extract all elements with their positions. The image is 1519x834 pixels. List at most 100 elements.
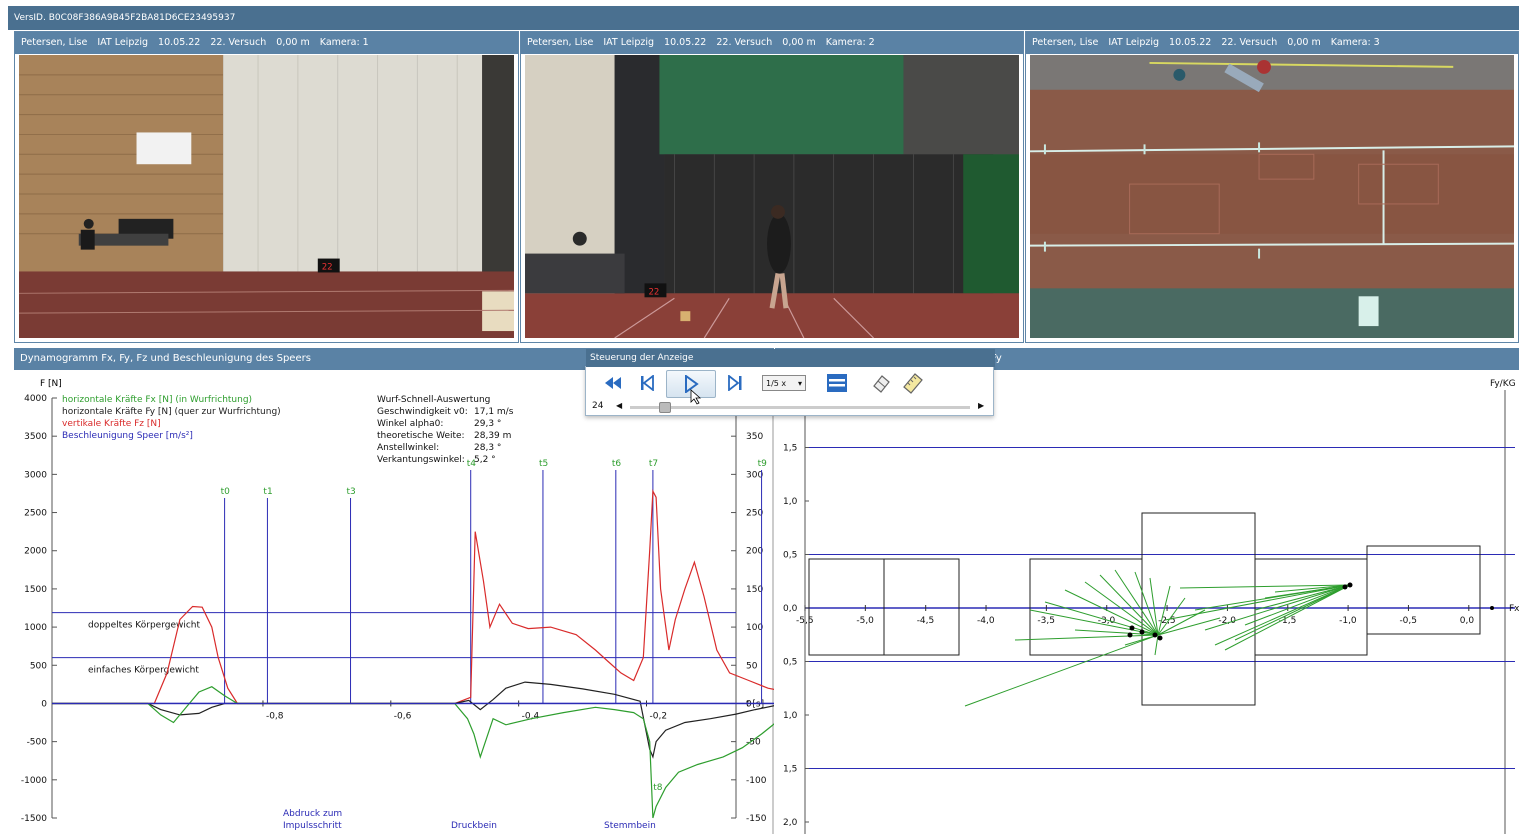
athlete-name: Petersen, Lise bbox=[21, 37, 88, 48]
legend-entry: horizontale Kräfte Fx [N] (in Wurfrichtu… bbox=[62, 395, 252, 405]
center-of-pressure-point bbox=[1342, 584, 1348, 590]
evaluation-label: Anstellwinkel: bbox=[377, 443, 439, 453]
skip-end-icon bbox=[728, 375, 742, 391]
evaluation-label: Geschwindigkeit v0: bbox=[377, 407, 468, 417]
phase-label: Druckbein bbox=[451, 821, 497, 831]
y-tick-label: 1,0 bbox=[783, 497, 798, 507]
camera-header-2: Petersen, Lise IAT Leipzig 10.05.22 22. … bbox=[521, 32, 1023, 54]
marker-label: t9 bbox=[758, 459, 768, 469]
force-plate bbox=[1254, 558, 1368, 656]
camera-header-3: Petersen, Lise IAT Leipzig 10.05.22 22. … bbox=[1026, 32, 1518, 54]
x-axis-label: Fx bbox=[1509, 604, 1519, 614]
slider-left-arrow-icon[interactable]: ◀ bbox=[616, 401, 622, 410]
marker-label: t0 bbox=[221, 487, 231, 497]
phase-label: Stemmbein bbox=[604, 821, 656, 831]
eraser-icon bbox=[873, 375, 890, 393]
athlete-name: Petersen, Lise bbox=[527, 37, 594, 48]
eraser-button[interactable] bbox=[868, 370, 894, 396]
evaluation-title: Wurf-Schnell-Auswertung bbox=[377, 395, 490, 405]
chevron-down-icon: ▾ bbox=[797, 379, 802, 388]
force-vector bbox=[1157, 585, 1171, 636]
camera-image-3 bbox=[1030, 55, 1514, 338]
y-tick-label: 1,0 bbox=[783, 711, 798, 721]
x-tick-label: -0,2 bbox=[650, 711, 668, 721]
marker-label: t3 bbox=[347, 487, 356, 497]
y2-tick-label: 150 bbox=[746, 585, 763, 595]
y2-tick-label: 300 bbox=[746, 470, 763, 480]
legend-entry: vertikale Kräfte Fz [N] bbox=[62, 419, 161, 429]
athlete-name: Petersen, Lise bbox=[1032, 37, 1099, 48]
x-tick-label: 0,0 bbox=[1460, 616, 1475, 626]
dynamogram-svg: F [N] 4000 3500 3000 2500 2000 1500 1000 500 0 -50… bbox=[21, 370, 774, 834]
evaluation-value: 5,2 ° bbox=[474, 455, 496, 465]
distance: 0,00 m bbox=[782, 37, 816, 48]
x-tick-label: -0,6 bbox=[394, 711, 412, 721]
y-tick-label: -1500 bbox=[21, 814, 47, 824]
force-vector bbox=[1014, 634, 1159, 641]
speed-value: 1/5 x bbox=[766, 379, 787, 388]
skip-start-button[interactable] bbox=[634, 370, 660, 396]
rewind-button[interactable] bbox=[600, 370, 626, 396]
series-line bbox=[52, 686, 774, 819]
force-vector bbox=[1114, 569, 1159, 636]
y-tick-label: 0,5 bbox=[783, 551, 797, 561]
y-tick-label: 1,5 bbox=[783, 444, 797, 454]
layout-icon bbox=[827, 374, 847, 392]
phase-label: Impulsschritt bbox=[283, 821, 342, 831]
y2-tick-label: -100 bbox=[746, 776, 767, 786]
ruler-icon bbox=[903, 373, 923, 394]
x-tick-label: -5,5 bbox=[796, 616, 814, 626]
frame-slider-track[interactable] bbox=[630, 406, 970, 409]
date: 10.05.22 bbox=[1169, 37, 1212, 48]
marker-label: t5 bbox=[539, 459, 548, 469]
layout-button[interactable] bbox=[824, 370, 850, 396]
force-vector bbox=[1214, 584, 1351, 646]
dynamogram-chart[interactable]: F [N] 4000 3500 3000 2500 2000 1500 1000 500 0 -50… bbox=[14, 370, 774, 834]
force-vector-chart[interactable]: Fy/KG 1,5 1,0 0,5 0,0 0,5 1,0 1,5 2,0 -5,5 -5,0 -4,… bbox=[775, 370, 1519, 834]
origin-point bbox=[1490, 606, 1494, 610]
camera-panel-1[interactable]: Petersen, Lise IAT Leipzig 10.05.22 22. … bbox=[14, 31, 519, 343]
y-tick-label: 0,5 bbox=[783, 658, 797, 668]
evaluation-label: theoretische Weite: bbox=[377, 431, 465, 441]
frame-slider-thumb[interactable] bbox=[659, 402, 671, 413]
x-tick-label: -0,5 bbox=[1399, 616, 1417, 626]
camera-image-1: 22 bbox=[19, 55, 514, 338]
place: IAT Leipzig bbox=[97, 37, 149, 48]
marker-label: t7 bbox=[649, 459, 658, 469]
force-vector bbox=[1149, 577, 1159, 636]
camera-view-2[interactable]: 22 bbox=[525, 55, 1019, 338]
control-panel-title: Steuerung der Anzeige bbox=[590, 353, 694, 363]
slider-right-arrow-icon[interactable]: ▶ bbox=[978, 401, 984, 410]
scoreboard-1: 22 bbox=[322, 262, 333, 272]
camera-view-3[interactable] bbox=[1030, 55, 1514, 338]
y-tick-label: 1,5 bbox=[783, 765, 797, 775]
frame-number: 24 bbox=[592, 401, 604, 411]
phase-label: Abdruck zum bbox=[283, 809, 342, 819]
camera-label: Kamera: 1 bbox=[319, 37, 369, 48]
x-tick-label: -4,5 bbox=[917, 616, 935, 626]
camera-panel-2[interactable]: Petersen, Lise IAT Leipzig 10.05.22 22. … bbox=[520, 31, 1024, 343]
speed-select[interactable]: 1/5 x ▾ bbox=[762, 375, 806, 391]
y2-tick-label: 100 bbox=[746, 623, 763, 633]
camera-view-1[interactable]: 22 bbox=[19, 55, 514, 338]
force-plate bbox=[808, 558, 885, 656]
skip-end-button[interactable] bbox=[722, 370, 748, 396]
distance: 0,00 m bbox=[1287, 37, 1321, 48]
evaluation-label: Verkantungswinkel: bbox=[377, 455, 465, 465]
center-of-pressure-point bbox=[1139, 629, 1145, 635]
y-tick-label: -1000 bbox=[21, 776, 47, 786]
force-plate bbox=[883, 558, 960, 656]
x-tick-label: -1,0 bbox=[1339, 616, 1357, 626]
reference-line-label: doppeltes Körpergewicht bbox=[88, 621, 201, 631]
x-tick-label: -4,0 bbox=[977, 616, 995, 626]
y-tick-label: 4000 bbox=[24, 394, 47, 404]
y-tick-label: 0,0 bbox=[783, 604, 798, 614]
place: IAT Leipzig bbox=[1108, 37, 1160, 48]
x-tick-label: -0,8 bbox=[266, 711, 284, 721]
y-tick-label: 500 bbox=[30, 661, 47, 671]
display-control-panel[interactable]: Steuerung der Anzeige 1/5 x ▾ 24 ◀ ▶ bbox=[585, 349, 995, 416]
ruler-button[interactable] bbox=[900, 370, 926, 396]
evaluation-label: Winkel alpha0: bbox=[377, 419, 443, 429]
camera-panel-3[interactable]: Petersen, Lise IAT Leipzig 10.05.22 22. … bbox=[1025, 31, 1519, 343]
y-axis-label: F [N] bbox=[40, 379, 62, 389]
